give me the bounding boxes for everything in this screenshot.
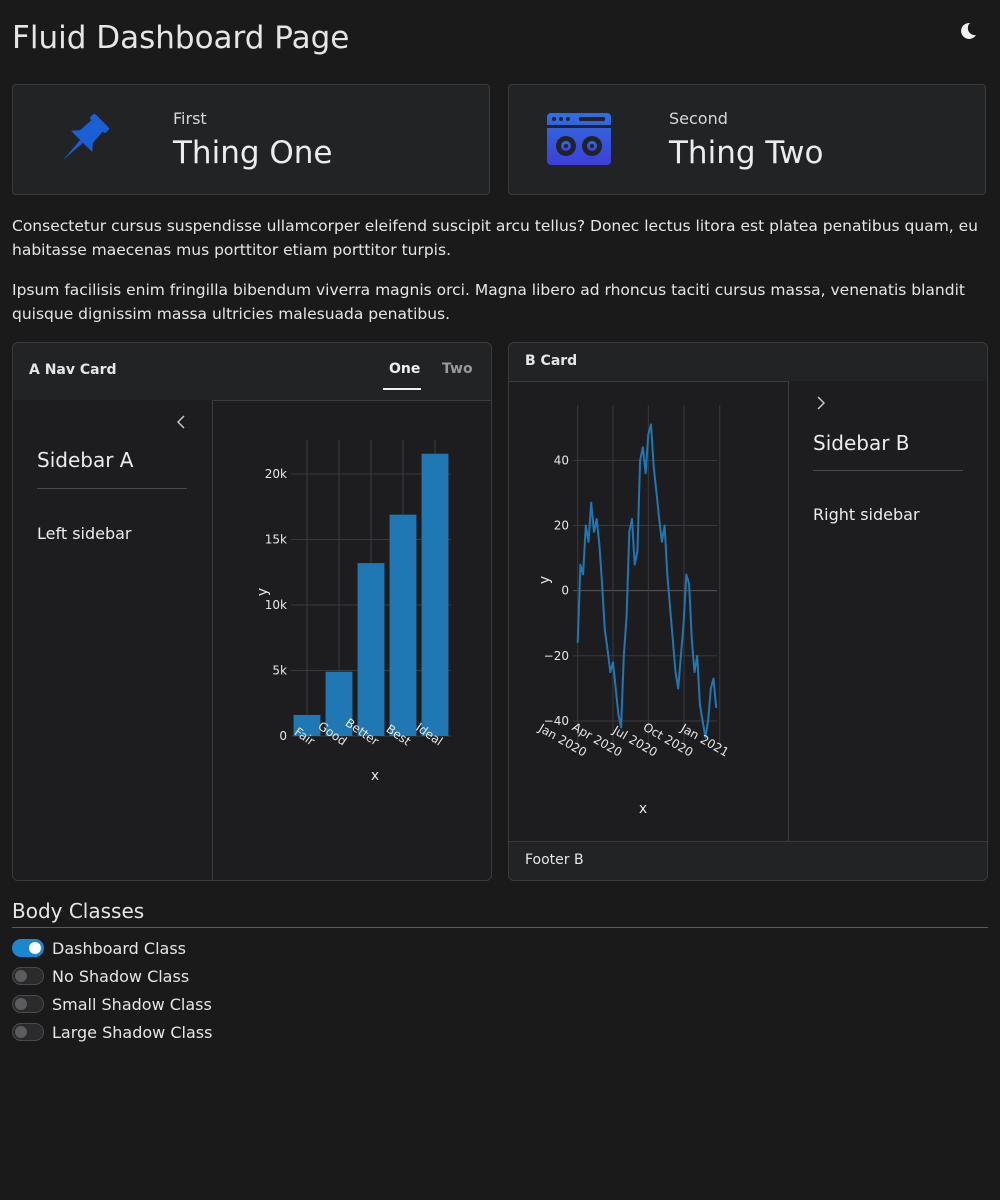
sidebar-text: Right sidebar [813, 505, 920, 524]
chevron-left-icon[interactable] [173, 414, 189, 430]
switch-knob [15, 998, 27, 1010]
switch-knob [15, 970, 27, 982]
tab-two[interactable]: Two [442, 361, 473, 377]
switch-label: Dashboard Class [52, 938, 186, 958]
x-axis-title: x [639, 801, 647, 817]
sidebar-a: Sidebar A Left sidebar [13, 400, 213, 880]
bar [389, 514, 417, 736]
section-divider [12, 927, 988, 928]
tab-one[interactable]: One [389, 361, 420, 377]
moon-icon [961, 22, 976, 39]
card-header: B Card [509, 343, 987, 382]
card-b: B Card −40 −20 0 20 40 Jan 2020 Apr 2020 Jul 20… [508, 342, 988, 881]
y-tick-label: 40 [554, 453, 569, 467]
value-box-second: Second Thing Two [508, 84, 986, 195]
y-tick-label: 5k [272, 664, 287, 678]
sidebar-divider [37, 488, 187, 489]
bar [421, 453, 449, 736]
theme-toggle-button[interactable] [955, 18, 981, 44]
sidebar-b: Sidebar B Right sidebar [788, 381, 987, 841]
switch-label: Large Shadow Class [52, 1022, 213, 1042]
chevron-right-icon[interactable] [813, 395, 829, 411]
sidebar-divider [813, 470, 963, 471]
y-axis-title: y [255, 588, 271, 596]
paragraph: Consectetur cursus suspendisse ullamcorp… [12, 217, 979, 259]
footer-text: Footer B [525, 852, 584, 868]
y-tick-label: 20 [554, 519, 569, 533]
toggle-switch[interactable] [12, 967, 44, 985]
y-tick-label: −20 [544, 649, 569, 663]
sidebar-title: Sidebar B [813, 431, 910, 455]
y-axis-title: y [537, 576, 553, 584]
value-box-first: First Thing One [12, 84, 490, 195]
switch-label: Small Shadow Class [52, 994, 212, 1014]
page-title: Fluid Dashboard Page [12, 20, 350, 56]
toggle-switch[interactable] [12, 1023, 44, 1041]
series-line [576, 423, 718, 739]
y-tick-label: 20k [265, 467, 287, 481]
line-chart: −40−2002040Jan 2020Apr 2020Jul 2020Oct 2… [536, 405, 731, 817]
value-box-label: Second [669, 109, 728, 128]
body-classes-heading: Body Classes [12, 899, 145, 923]
switch-knob [15, 1026, 27, 1038]
value-box-label: First [173, 109, 207, 128]
y-tick-label: 0 [279, 729, 287, 743]
switch-knob [29, 942, 41, 954]
y-tick-label: 10k [265, 598, 287, 612]
pushpin-icon [63, 113, 110, 160]
x-axis-title: x [371, 768, 379, 784]
value-box-value: Thing Two [669, 135, 824, 171]
active-tab-indicator [383, 388, 421, 390]
switch-label: No Shadow Class [52, 966, 190, 986]
card-footer: Footer B [509, 841, 987, 880]
bar-chart: 05k10k15k20kFairGoodBetter Best Idealxy [255, 440, 451, 784]
switch-small-shadow-class[interactable]: Small Shadow Class [12, 992, 212, 1016]
card-title: A Nav Card [29, 362, 117, 378]
switch-large-shadow-class[interactable]: Large Shadow Class [12, 1020, 212, 1044]
sidebar-text: Left sidebar [37, 524, 132, 543]
card-header: A Nav Card One Two [13, 343, 491, 401]
switch-dashboard-class[interactable]: Dashboard Class [12, 936, 186, 960]
sidebar-title: Sidebar A [37, 448, 134, 472]
card-title: B Card [525, 353, 578, 369]
paragraph: Ipsum facilisis enim fringilla bibendum … [12, 281, 965, 323]
y-tick-label: 15k [265, 533, 287, 547]
toggle-switch[interactable] [12, 939, 44, 957]
switch-no-shadow-class[interactable]: No Shadow Class [12, 964, 189, 988]
toggle-switch[interactable] [12, 995, 44, 1013]
value-box-value: Thing One [173, 135, 333, 171]
bar [357, 563, 385, 736]
nav-card-a: A Nav Card One Two Sidebar A Left sideba… [12, 342, 492, 881]
y-tick-label: 0 [561, 584, 569, 598]
boombox-icon [547, 113, 611, 165]
